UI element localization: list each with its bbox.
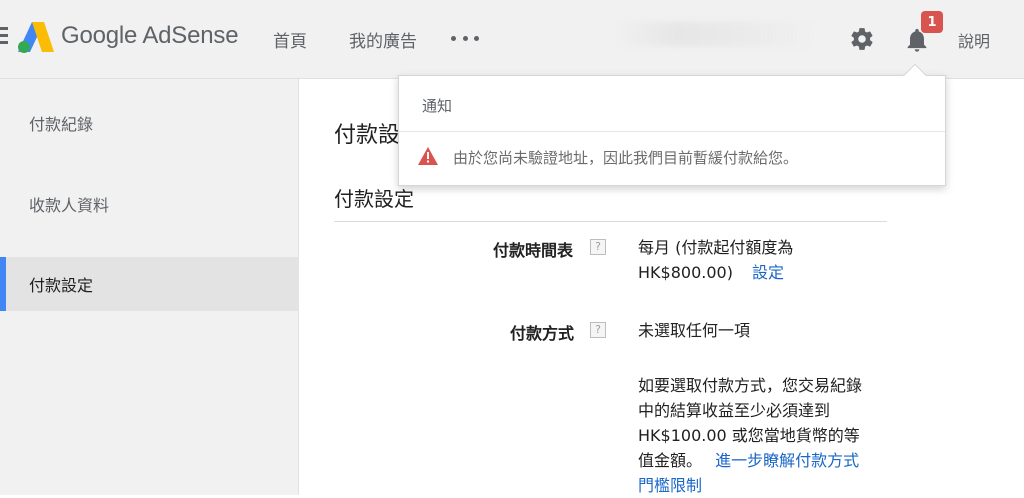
popover-divider	[399, 131, 945, 132]
nav-my-ads[interactable]: 我的廣告	[349, 27, 417, 52]
payment-schedule-line1: 每月 (付款起付額度為	[638, 238, 794, 257]
payment-schedule-settings-link[interactable]: 設定	[752, 263, 784, 282]
payment-method-value: 未選取任何一項	[638, 321, 751, 340]
help-question-icon[interactable]: ?	[590, 322, 606, 338]
blurred-account-info	[615, 22, 815, 46]
section-divider	[334, 221, 887, 222]
notification-popover-title: 通知	[422, 97, 453, 115]
payment-threshold-learn-more-link[interactable]: 進一步瞭解付款方式	[715, 451, 859, 470]
top-bar: Google AdSense 首頁 我的廣告 1 說明	[0, 0, 1024, 79]
brand-name[interactable]: Google AdSense	[61, 22, 239, 50]
payment-schedule-label: 付款時間表	[493, 241, 574, 260]
help-question-icon[interactable]: ?	[590, 239, 606, 255]
payment-schedule-line2: HK$800.00) 設定	[638, 260, 793, 285]
payment-threshold-learn-more-link-cont[interactable]: 門檻限制	[638, 473, 862, 498]
adsense-logo-icon[interactable]	[18, 20, 54, 54]
more-horizontal-icon[interactable]	[451, 36, 479, 42]
note-line: 如要選取付款方式，您交易紀錄	[638, 376, 863, 395]
nav-home[interactable]: 首頁	[273, 27, 307, 52]
help-link[interactable]: 說明	[958, 28, 990, 52]
note-line: HK$100.00 或您當地貨幣的等	[638, 426, 860, 445]
gear-icon[interactable]	[849, 26, 875, 52]
hamburger-icon[interactable]	[0, 27, 8, 47]
section-title: 付款設定	[334, 187, 414, 211]
note-line-text: 值金額。	[638, 451, 703, 470]
sidebar-item-payment-history[interactable]: 付款紀錄	[0, 96, 299, 150]
sidebar: 付款紀錄 收款人資料 付款設定	[0, 79, 299, 495]
notification-popover: 通知 由於您尚未驗證地址，因此我們目前暫緩付款給您。	[398, 63, 946, 186]
notification-message[interactable]: 由於您尚未驗證地址，因此我們目前暫緩付款給您。	[453, 147, 798, 168]
payment-method-note: 如要選取付款方式，您交易紀錄 中的結算收益至少必須達到 HK$100.00 或您…	[638, 373, 862, 498]
note-line: 中的結算收益至少必須達到	[638, 401, 831, 420]
payment-method-label: 付款方式	[510, 324, 575, 343]
notification-count-badge[interactable]: 1	[921, 11, 943, 33]
payment-schedule-value: 每月 (付款起付額度為 HK$800.00) 設定	[638, 235, 793, 285]
note-line: 值金額。 進一步瞭解付款方式	[638, 448, 862, 473]
warning-icon	[418, 147, 438, 165]
payment-threshold-amount: HK$800.00)	[638, 263, 733, 282]
sidebar-item-payee-profile[interactable]: 收款人資料	[0, 177, 299, 231]
sidebar-item-payment-settings[interactable]: 付款設定	[0, 257, 299, 311]
